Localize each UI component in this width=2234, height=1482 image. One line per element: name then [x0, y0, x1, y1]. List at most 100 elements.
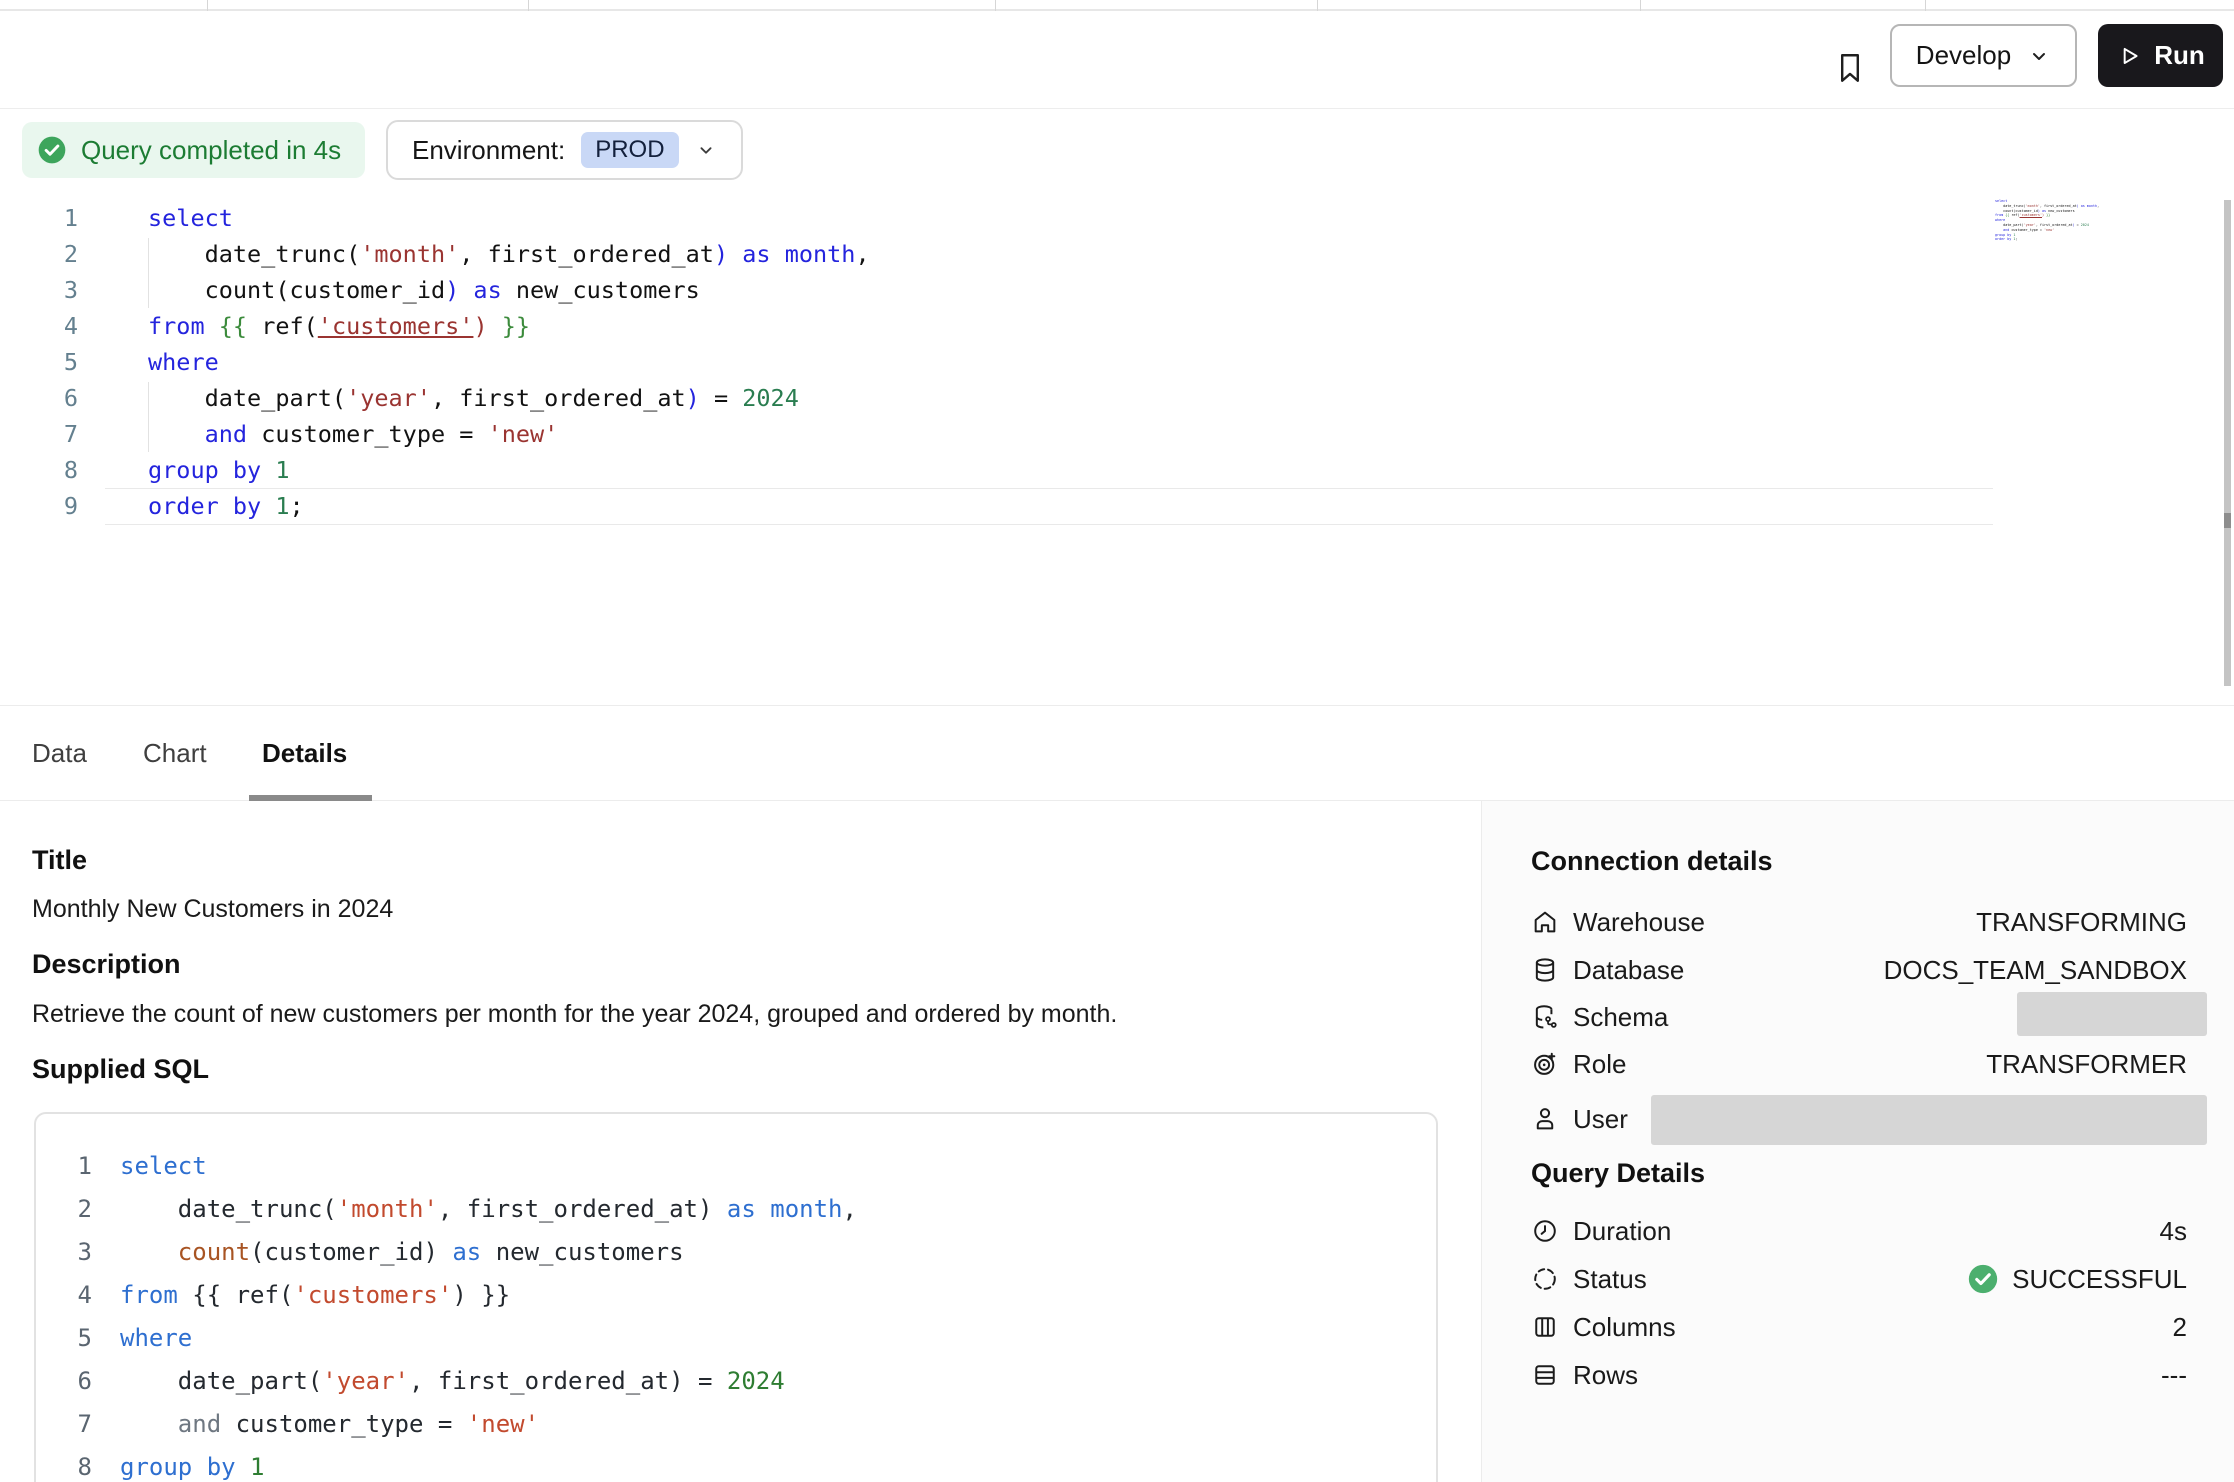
tabstrip-divider	[528, 0, 529, 11]
warehouse-value: TRANSFORMING	[1976, 907, 2187, 938]
title-heading: Title	[32, 845, 87, 876]
code-line: 8group by 1	[36, 1446, 1436, 1482]
scrollbar-thumb-notch	[2224, 513, 2231, 528]
line-number: 1	[36, 1145, 92, 1188]
app-window: Develop Run Query completed in 4s Enviro…	[0, 0, 2234, 1482]
user-label: User	[1573, 1104, 1628, 1135]
warehouse-icon	[1531, 908, 1559, 936]
environment-selector[interactable]: Environment: PROD	[386, 120, 743, 180]
rows-row: Rows ---	[1531, 1351, 2187, 1399]
code-line: 4from {{ ref('customers') }}	[0, 308, 2234, 344]
results-tabbar: Data Chart Details	[0, 705, 2234, 801]
line-number: 6	[36, 1360, 92, 1403]
duration-icon	[1531, 1217, 1559, 1245]
code-line: 2 date_trunc('month', first_ordered_at) …	[36, 1188, 1436, 1231]
header-toolbar: Develop Run	[0, 13, 2234, 109]
environment-value-chip: PROD	[581, 132, 678, 168]
duration-row: Duration 4s	[1531, 1207, 2187, 1255]
line-number: 8	[36, 1446, 92, 1482]
warehouse-row: Warehouse TRANSFORMING	[1531, 898, 2187, 946]
line-number: 7	[36, 1403, 92, 1446]
warehouse-label: Warehouse	[1573, 907, 1705, 938]
supplied-sql-block: 1select2 date_trunc('month', first_order…	[34, 1112, 1438, 1482]
line-number: 2	[36, 1188, 92, 1231]
tab-chart[interactable]: Chart	[143, 706, 207, 800]
active-line-border	[105, 524, 1993, 525]
check-circle-icon	[36, 134, 68, 166]
tab-data[interactable]: Data	[32, 706, 87, 800]
user-icon	[1531, 1105, 1559, 1133]
editor-scrollbar[interactable]	[2224, 200, 2231, 686]
code-line: 2 date_trunc('month', first_ordered_at) …	[0, 236, 2234, 272]
line-number: 5	[0, 344, 78, 380]
editor-minimap[interactable]: select date_trunc('month', first_ordered…	[1995, 199, 2125, 242]
duration-value: 4s	[2160, 1216, 2187, 1247]
tabstrip-divider	[995, 0, 996, 11]
code-line: 3 count(customer_id) as new_customers	[36, 1231, 1436, 1274]
check-circle-icon	[1966, 1262, 2000, 1296]
line-number: 9	[0, 488, 78, 524]
database-icon	[1531, 956, 1559, 984]
rows-value: ---	[2161, 1360, 2187, 1391]
sql-editor[interactable]: 1select2 date_trunc('month', first_order…	[0, 200, 2234, 530]
environment-label: Environment:	[412, 135, 565, 166]
duration-label: Duration	[1573, 1216, 1671, 1247]
description-value: Retrieve the count of new customers per …	[32, 1000, 1117, 1029]
code-line: 5where	[0, 344, 2234, 380]
code-line: 1select	[36, 1145, 1436, 1188]
code-line: 8group by 1	[0, 452, 2234, 488]
line-number: 6	[0, 380, 78, 416]
schema-label: Schema	[1573, 1002, 1668, 1033]
develop-label: Develop	[1916, 40, 2011, 71]
play-icon	[2116, 43, 2142, 69]
develop-dropdown-button[interactable]: Develop	[1890, 24, 2077, 87]
chevron-down-icon	[2027, 44, 2051, 68]
line-number: 4	[36, 1274, 92, 1317]
database-row: Database DOCS_TEAM_SANDBOX	[1531, 946, 2187, 994]
connection-details-panel: Connection details Warehouse TRANSFORMIN…	[1481, 801, 2234, 1482]
columns-icon	[1531, 1313, 1559, 1341]
line-number: 3	[0, 272, 78, 308]
columns-label: Columns	[1573, 1312, 1676, 1343]
supplied-sql-heading: Supplied SQL	[32, 1054, 209, 1085]
code-line: 9order by 1;	[0, 488, 2234, 524]
status-icon	[1531, 1265, 1559, 1293]
indent-guide	[148, 382, 149, 452]
chevron-down-icon	[695, 139, 717, 161]
title-value: Monthly New Customers in 2024	[32, 895, 393, 924]
line-number: 4	[0, 308, 78, 344]
tabstrip-divider	[207, 0, 208, 11]
rows-label: Rows	[1573, 1360, 1638, 1391]
tab-details[interactable]: Details	[262, 706, 347, 800]
rows-icon	[1531, 1361, 1559, 1389]
run-button[interactable]: Run	[2098, 24, 2223, 87]
line-number: 5	[36, 1317, 92, 1360]
query-status-badge: Query completed in 4s	[22, 122, 365, 178]
query-details-heading: Query Details	[1531, 1158, 1705, 1189]
line-number: 3	[36, 1231, 92, 1274]
line-number: 8	[0, 452, 78, 488]
role-row: Role TRANSFORMER	[1531, 1040, 2187, 1088]
run-label: Run	[2154, 40, 2205, 71]
status-value-text: SUCCESSFUL	[2012, 1264, 2187, 1295]
user-value-redacted	[1651, 1095, 2207, 1145]
code-line: 4from {{ ref('customers') }}	[36, 1274, 1436, 1317]
role-icon	[1531, 1050, 1559, 1078]
line-number: 7	[0, 416, 78, 452]
columns-value: 2	[2173, 1312, 2187, 1343]
code-line: 7 and customer_type = 'new'	[0, 416, 2234, 452]
role-value: TRANSFORMER	[1986, 1049, 2187, 1080]
browser-tabstrip	[0, 0, 2234, 11]
code-line: 6 date_part('year', first_ordered_at) = …	[0, 380, 2234, 416]
code-line: 5where	[36, 1317, 1436, 1360]
database-label: Database	[1573, 955, 1684, 986]
columns-row: Columns 2	[1531, 1303, 2187, 1351]
schema-value-redacted	[2017, 992, 2207, 1036]
bookmark-icon[interactable]	[1828, 43, 1872, 93]
code-line: 1select	[0, 200, 2234, 236]
database-value: DOCS_TEAM_SANDBOX	[1884, 955, 2187, 986]
line-number: 2	[0, 236, 78, 272]
connection-details-heading: Connection details	[1531, 846, 1773, 877]
tabstrip-divider	[1317, 0, 1318, 11]
description-heading: Description	[32, 949, 181, 980]
